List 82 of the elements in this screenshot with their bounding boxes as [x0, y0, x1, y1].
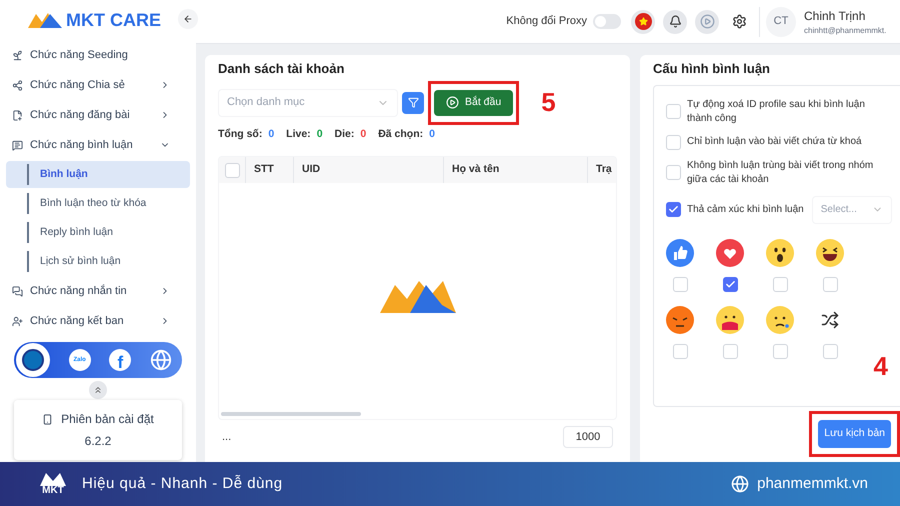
column-header[interactable]: UID [293, 157, 443, 184]
double-chevron-up-icon [93, 385, 103, 395]
checkbox[interactable] [722, 276, 738, 292]
annotation-number: 4 [874, 350, 888, 383]
checkbox[interactable] [666, 202, 681, 217]
collapse-button[interactable] [89, 381, 107, 399]
column-header[interactable]: Trạ [587, 157, 616, 184]
stat-value: 0 [268, 126, 274, 142]
scrollbar[interactable] [221, 412, 361, 416]
stat-label: Live: [286, 126, 311, 142]
sidebar-item[interactable]: Chức năng nhắn tin [0, 276, 196, 306]
stat-label: Tổng số: [218, 126, 262, 142]
check-icon [668, 204, 679, 215]
settings-icon [732, 14, 746, 29]
flag-button[interactable] [631, 10, 655, 34]
panel-title: Danh sách tài khoản [218, 60, 346, 78]
option-label: Tự động xoá ID profile sau khi bình luận thành công [687, 98, 866, 126]
filter-icon [408, 97, 418, 108]
save-button[interactable]: Lưu kịch bản [818, 420, 891, 448]
sad-face-icon [766, 306, 794, 334]
banner-logo-text: MKT [42, 486, 64, 496]
comment-icon [12, 140, 23, 150]
proxy-label: Không đổi Proxy [506, 14, 587, 30]
filter-button[interactable] [402, 92, 424, 114]
version-label: Phiên bản cài đặt [61, 411, 154, 428]
globe-icon[interactable] [150, 349, 172, 371]
option-label: Không bình luận trùng bài viết trong nhóm giữa các tài khoản [687, 158, 874, 186]
stat-label: Đã chọn: [378, 126, 424, 142]
footer-text: ... [222, 430, 232, 445]
user-name: Chinh Trịnh [804, 8, 866, 24]
submenu-item[interactable]: Bình luận [6, 161, 190, 188]
stat-value: 0 [316, 126, 323, 142]
sidebar-item[interactable]: Chức năng Seeding [0, 40, 196, 70]
like-icon [666, 238, 694, 266]
logo-text: MKT CARE [66, 8, 161, 32]
submenu-item[interactable]: Reply bình luận [6, 219, 190, 246]
page-size-field[interactable]: 1000 [563, 426, 613, 448]
add-user-icon [12, 316, 23, 326]
facebook-icon[interactable]: f [109, 349, 132, 371]
surprised-face-icon [766, 238, 794, 266]
user-avatar[interactable]: CT [766, 6, 796, 36]
sidebar-item[interactable]: Chức năng Chia sẻ [0, 70, 196, 100]
submenu-item[interactable]: Lịch sử bình luận [6, 248, 190, 275]
chat-icon [12, 286, 23, 296]
submenu-item[interactable]: Bình luận theo từ khóa [6, 190, 190, 217]
sidebar-item[interactable]: Chức năng đăng bài [0, 100, 196, 130]
stat-label: Die: [334, 126, 354, 142]
start-button[interactable]: Bắt đầu [434, 90, 514, 116]
version-number: 6.2.2 [84, 433, 112, 450]
panel-title: Cấu hình bình luận [653, 60, 771, 78]
play-icon [446, 96, 459, 109]
angry-face-icon [666, 306, 694, 334]
globe-icon [731, 475, 750, 493]
notification-button[interactable] [663, 10, 687, 34]
option-label: Chỉ bình luận vào bài viết chứa từ khoá [687, 135, 862, 149]
arrow-left-icon [183, 14, 193, 24]
column-header[interactable]: STT [245, 157, 293, 184]
proxy-toggle[interactable] [593, 14, 621, 29]
play-button[interactable] [695, 10, 719, 34]
hugging-face-icon [716, 306, 744, 334]
logo-icon [28, 12, 62, 28]
sidebar-item[interactable]: Chức năng bình luận [0, 130, 196, 160]
option-label: Thả cảm xúc khi bình luận [687, 202, 804, 216]
sidebar-item[interactable]: Chức năng kết ban [0, 306, 196, 336]
device-icon [42, 414, 54, 424]
document-icon [12, 110, 23, 120]
star-icon [638, 17, 648, 26]
website-link[interactable]: phanmemmkt.vn [757, 472, 868, 496]
bell-icon [668, 15, 682, 28]
stat-value: 0 [429, 126, 435, 142]
check-icon [724, 278, 736, 290]
stat-value: 0 [360, 126, 366, 142]
logo-icon [40, 472, 66, 486]
share-icon [12, 80, 23, 90]
play-icon [700, 14, 714, 29]
user-email: chinhtt@phanmemmkt. [804, 24, 888, 36]
slogan: Hiệu quả - Nhanh - Dễ dùng [82, 474, 284, 494]
laughing-face-icon [816, 238, 844, 266]
column-header[interactable]: Họ và tên [443, 157, 587, 184]
shuffle-icon [821, 310, 839, 328]
sprout-icon [12, 50, 23, 60]
annotation-number: 5 [541, 86, 556, 119]
